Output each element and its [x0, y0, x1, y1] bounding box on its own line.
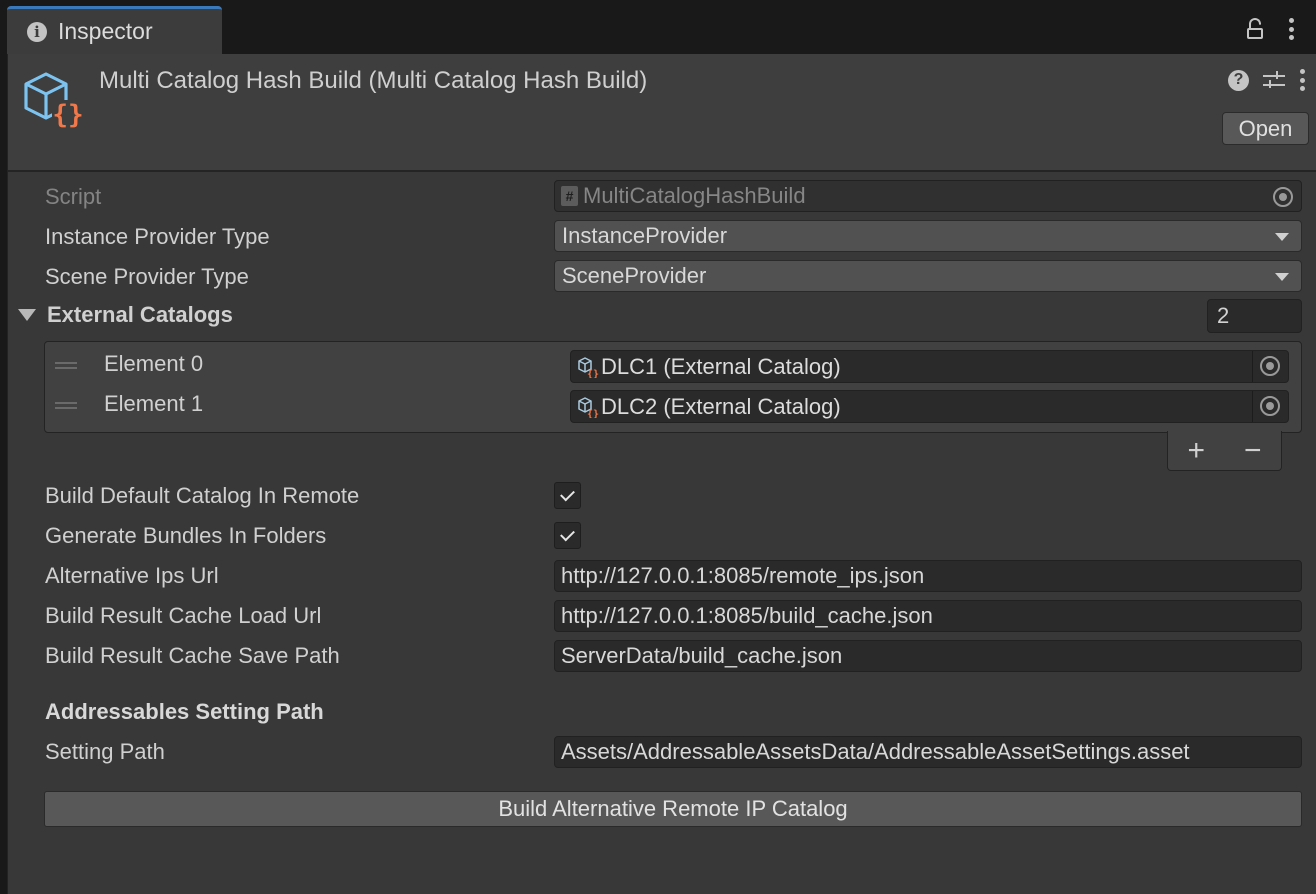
build-default-label: Build Default Catalog In Remote: [45, 483, 360, 508]
page-title: Multi Catalog Hash Build (Multi Catalog …: [99, 67, 648, 94]
info-icon: i: [27, 21, 47, 42]
check-icon: [560, 486, 575, 502]
external-catalogs-list: Element 0 {} DLC1 (External Catalog) Ele…: [44, 341, 1302, 433]
script-field: # MultiCatalogHashBuild: [554, 180, 1302, 212]
scriptable-object-icon: {}: [578, 396, 599, 418]
cache-save-path-label: Build Result Cache Save Path: [45, 643, 340, 668]
build-default-row: Build Default Catalog In Remote: [45, 479, 359, 513]
external-catalogs-foldout[interactable]: External Catalogs: [18, 302, 233, 328]
alt-ips-url-label: Alternative Ips Url: [45, 563, 219, 588]
scene-provider-row: Scene Provider Type: [45, 260, 249, 294]
build-default-checkbox[interactable]: [554, 482, 581, 509]
object-picker-icon: [1260, 356, 1280, 376]
script-value: MultiCatalogHashBuild: [583, 183, 806, 208]
drag-handle-icon[interactable]: [55, 362, 77, 369]
object-field-value: DLC2 (External Catalog): [601, 393, 841, 419]
scriptable-object-icon: {}: [24, 72, 84, 130]
script-row: Script: [45, 180, 101, 214]
script-label: Script: [45, 184, 102, 209]
instance-provider-row: Instance Provider Type: [45, 220, 270, 254]
instance-provider-value: InstanceProvider: [562, 223, 728, 248]
cache-load-url-row: Build Result Cache Load Url: [45, 599, 321, 633]
object-picker-button[interactable]: [1252, 351, 1288, 382]
scriptable-object-icon: {}: [578, 356, 599, 378]
object-field[interactable]: {} DLC2 (External Catalog): [570, 390, 1289, 423]
list-item: Element 1 {} DLC2 (External Catalog): [45, 387, 1301, 423]
help-icon[interactable]: ?: [1228, 69, 1249, 91]
cache-save-path-row: Build Result Cache Save Path: [45, 639, 340, 673]
object-field[interactable]: {} DLC1 (External Catalog): [570, 350, 1289, 383]
chevron-down-icon: [1275, 273, 1289, 281]
presets-icon[interactable]: [1263, 69, 1285, 91]
generate-bundles-row: Generate Bundles In Folders: [45, 519, 326, 553]
cache-save-path-input[interactable]: ServerData/build_cache.json: [554, 640, 1302, 672]
generate-bundles-label: Generate Bundles In Folders: [45, 523, 327, 548]
csharp-script-icon: #: [561, 186, 578, 206]
svg-text:{}: {}: [587, 369, 599, 378]
object-picker-icon: [1273, 187, 1293, 207]
cache-load-url-input[interactable]: http://127.0.0.1:8085/build_cache.json: [554, 600, 1302, 632]
header-tools: ?: [1228, 69, 1305, 91]
remove-element-button[interactable]: −: [1244, 434, 1262, 468]
tab-menu-icon[interactable]: [1288, 18, 1294, 40]
inspector-panel: {} Multi Catalog Hash Build (Multi Catal…: [7, 54, 1316, 894]
list-footer: + −: [1167, 431, 1282, 471]
svg-text:{}: {}: [52, 100, 83, 130]
tab-inspector[interactable]: i Inspector: [7, 6, 222, 54]
add-element-button[interactable]: +: [1187, 434, 1205, 468]
scene-provider-label: Scene Provider Type: [45, 264, 249, 289]
generate-bundles-checkbox[interactable]: [554, 522, 581, 549]
instance-provider-label: Instance Provider Type: [45, 224, 270, 249]
inspector-header: {} Multi Catalog Hash Build (Multi Catal…: [8, 54, 1316, 172]
cache-load-url-label: Build Result Cache Load Url: [45, 603, 322, 628]
object-picker-icon: [1260, 396, 1280, 416]
instance-provider-dropdown[interactable]: InstanceProvider: [554, 220, 1302, 252]
svg-text:{}: {}: [587, 409, 599, 418]
list-item: Element 0 {} DLC1 (External Catalog): [45, 347, 1301, 383]
external-catalogs-label: External Catalogs: [47, 302, 233, 327]
tab-label: Inspector: [58, 18, 153, 44]
setting-path-input[interactable]: Assets/AddressableAssetsData/Addressable…: [554, 736, 1302, 768]
lock-icon[interactable]: [1246, 18, 1264, 40]
foldout-arrow-icon[interactable]: [18, 309, 36, 321]
scene-provider-dropdown[interactable]: SceneProvider: [554, 260, 1302, 292]
alt-ips-url-input[interactable]: http://127.0.0.1:8085/remote_ips.json: [554, 560, 1302, 592]
object-picker-button[interactable]: [1252, 391, 1288, 422]
drag-handle-icon[interactable]: [55, 402, 77, 409]
setting-path-label: Setting Path: [45, 739, 165, 764]
section-title: Addressables Setting Path: [45, 699, 324, 724]
list-size-field[interactable]: 2: [1207, 299, 1302, 333]
element-label: Element 0: [104, 351, 204, 376]
check-icon: [560, 526, 575, 542]
tab-bar: i Inspector: [0, 0, 1316, 54]
setting-path-row: Setting Path: [45, 735, 165, 769]
chevron-down-icon: [1275, 233, 1289, 241]
alt-ips-url-row: Alternative Ips Url: [45, 559, 219, 593]
object-field-value: DLC1 (External Catalog): [601, 353, 841, 379]
scene-provider-value: SceneProvider: [562, 263, 707, 288]
component-menu-icon[interactable]: [1299, 69, 1305, 91]
build-catalog-button[interactable]: Build Alternative Remote IP Catalog: [44, 791, 1302, 827]
element-label: Element 1: [104, 391, 204, 416]
open-button[interactable]: Open: [1222, 112, 1309, 145]
tab-tools: [1246, 18, 1294, 40]
